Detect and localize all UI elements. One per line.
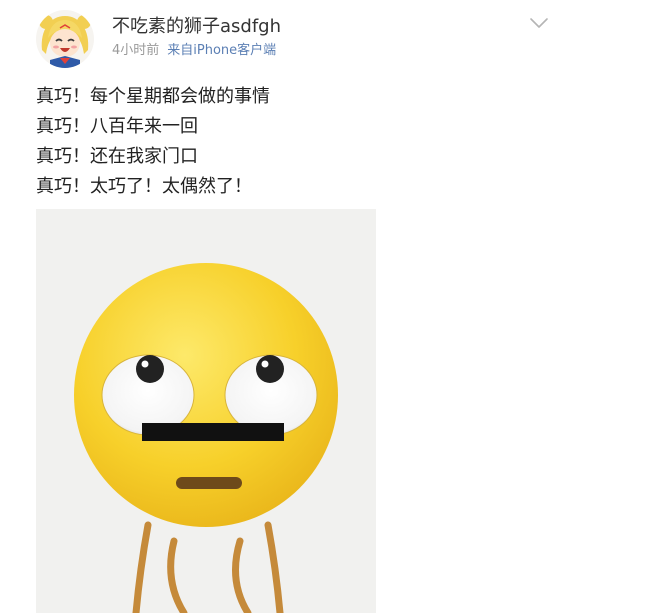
eye-roll-emoji-icon bbox=[74, 263, 338, 613]
post-line: 真巧！每个星期都会做的事情 bbox=[36, 86, 270, 107]
post-line: 真巧！还在我家门口 bbox=[36, 146, 198, 167]
post-image[interactable] bbox=[36, 209, 376, 613]
post-meta: 4小时前 来自iPhone客户端 bbox=[112, 43, 276, 59]
post-time: 4小时前 bbox=[112, 43, 160, 58]
post-text: 真巧！每个星期都会做的事情 真巧！八百年来一回 真巧！还在我家门口 真巧！太巧了… bbox=[36, 82, 636, 202]
author-name[interactable]: 不吃素的狮子asdfgh bbox=[112, 16, 281, 38]
post-line: 真巧！八百年来一回 bbox=[36, 116, 198, 137]
post-source-link[interactable]: 来自iPhone客户端 bbox=[167, 43, 276, 58]
post-line: 真巧！太巧了！太偶然了！ bbox=[36, 176, 252, 197]
anime-girl-avatar-icon bbox=[39, 15, 91, 68]
avatar[interactable] bbox=[36, 10, 94, 68]
chevron-down-icon[interactable] bbox=[528, 14, 550, 32]
post-header: 不吃素的狮子asdfgh 4小时前 来自iPhone客户端 bbox=[0, 0, 670, 80]
